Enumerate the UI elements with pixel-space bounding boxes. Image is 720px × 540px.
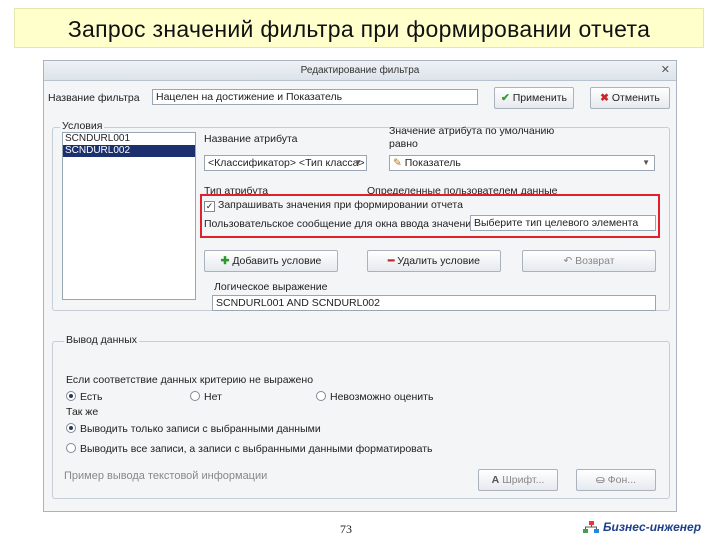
attribute-value-label: Значение атрибута по умолчанию (389, 125, 555, 137)
font-button[interactable]: A Шрифт... (478, 469, 558, 491)
font-icon: A (491, 474, 500, 486)
radio-icon (316, 391, 326, 401)
background-button[interactable]: ⛀ Фон... (576, 469, 656, 491)
radio-option-cannot-evaluate[interactable]: Невозможно оценить (316, 391, 433, 403)
logical-expression-input[interactable]: SCNDURL001 AND SCNDURL002 (212, 295, 656, 311)
output-legend: Вывод данных (64, 334, 140, 346)
conditions-list[interactable]: SCNDURL001 SCNDURL002 (62, 132, 196, 300)
chevron-down-icon: ▼ (354, 158, 362, 167)
brand-name: Бизнес-инженер (603, 520, 702, 534)
plus-icon: ✚ (220, 255, 230, 267)
attribute-name-label: Название атрибута (204, 133, 298, 145)
slide-title: Запрос значений фильтра при формировании… (14, 8, 704, 48)
example-output-label: Пример вывода текстовой информации (64, 470, 268, 482)
list-item[interactable]: SCNDURL002 (63, 145, 195, 157)
paint-bucket-icon: ⛀ (595, 474, 605, 486)
radio-icon (190, 391, 200, 401)
minus-icon: ━ (387, 255, 395, 267)
chevron-down-icon: ▼ (642, 158, 650, 167)
attribute-value-label-equals: равно (389, 138, 418, 150)
conditions-legend: Условия (60, 120, 105, 132)
delete-condition-button[interactable]: ━ Удалить условие (367, 250, 501, 272)
cross-icon: ✖ (600, 92, 609, 104)
filter-name-label: Название фильтра (48, 92, 140, 104)
radio-option-no[interactable]: Нет (190, 391, 222, 403)
radio-icon (66, 443, 76, 453)
also-label: Так же (66, 406, 99, 418)
attribute-name-select[interactable]: <Классификатор> <Тип класса> ▼ (204, 155, 367, 171)
radio-option-only-selected[interactable]: Выводить только записи с выбранными данн… (66, 423, 321, 435)
highlight-frame (200, 194, 660, 238)
cancel-button[interactable]: ✖ Отменить (590, 87, 670, 109)
radio-selected-icon (66, 391, 76, 401)
logical-expression-label: Логическое выражение (214, 281, 328, 293)
dialog-title: Редактирование фильтра (300, 65, 420, 76)
page-number: 73 (340, 522, 352, 536)
radio-option-yes[interactable]: Есть (66, 391, 102, 403)
close-icon[interactable]: ✕ (661, 61, 670, 80)
attribute-value-select[interactable]: ✎ Показатель ▼ (389, 155, 655, 171)
undo-icon: ↶ (563, 255, 573, 267)
brand-logo-icon (583, 521, 599, 533)
dialog-titlebar: Редактирование фильтра ✕ (44, 61, 676, 81)
apply-button[interactable]: ✔ Применить (494, 87, 574, 109)
filter-name-input[interactable]: Нацелен на достижение и Показатель (152, 89, 478, 105)
checkmark-icon: ✔ (501, 92, 510, 104)
add-condition-button[interactable]: ✚ Добавить условие (204, 250, 338, 272)
radio-option-all-records[interactable]: Выводить все записи, а записи с выбранны… (66, 443, 433, 455)
radio-selected-icon (66, 423, 76, 433)
no-match-label: Если соответствие данных критерию не выр… (66, 374, 314, 386)
filter-edit-dialog: Редактирование фильтра ✕ Название фильтр… (43, 60, 677, 512)
revert-button[interactable]: ↶ Возврат (522, 250, 656, 272)
list-item[interactable]: SCNDURL001 (63, 133, 195, 145)
edit-icon: ✎ (393, 157, 402, 169)
